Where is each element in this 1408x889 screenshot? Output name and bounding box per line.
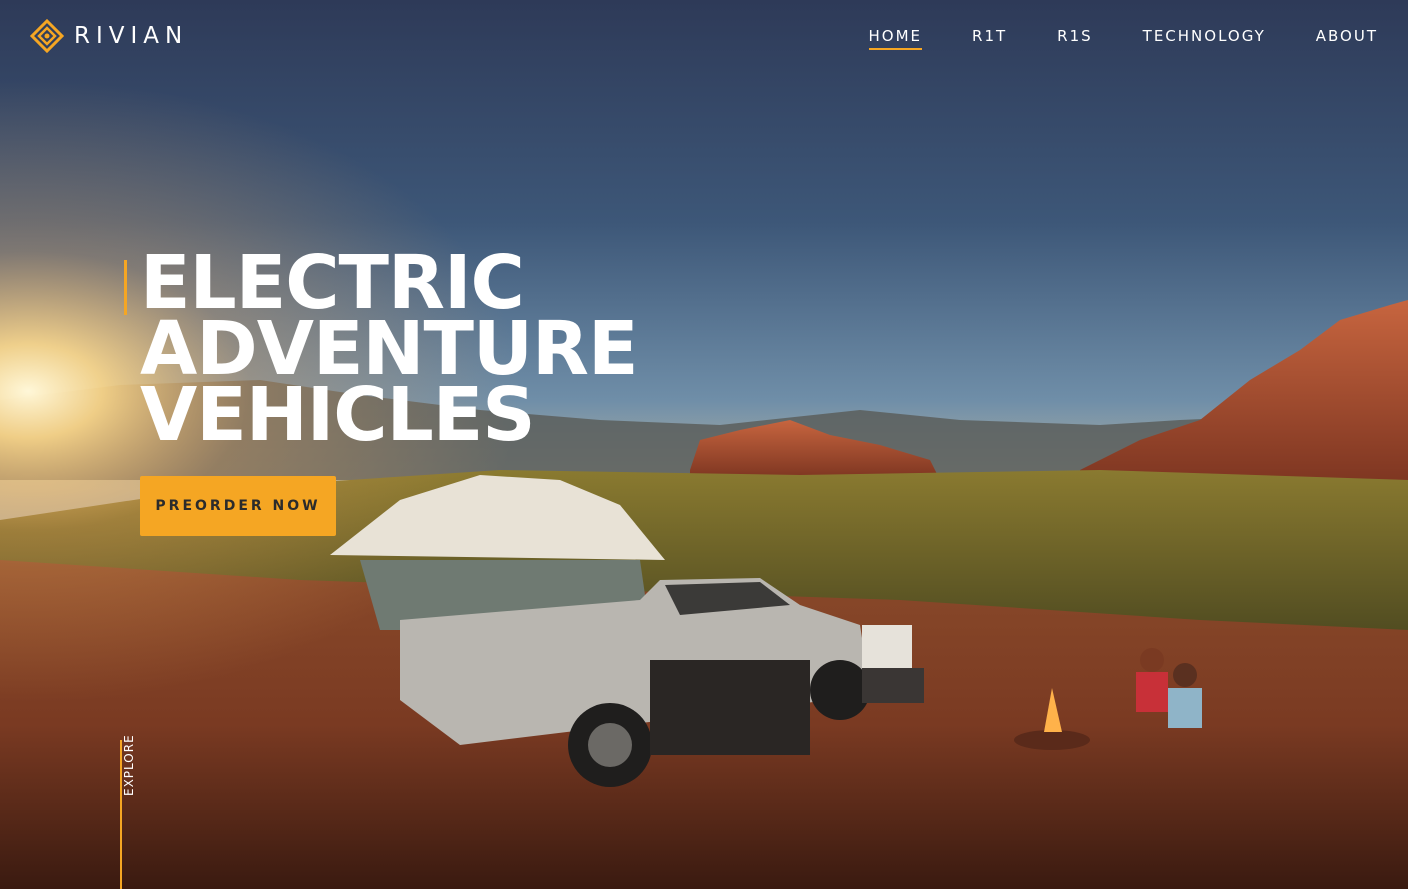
- explore-link[interactable]: EXPLORE: [122, 734, 136, 796]
- main-menu: HOME R1T R1S TECHNOLOGY ABOUT: [868, 27, 1379, 50]
- brand-logo[interactable]: RIVIAN: [30, 19, 188, 53]
- top-navigation: RIVIAN HOME R1T R1S TECHNOLOGY ABOUT: [0, 0, 1408, 74]
- preorder-now-button[interactable]: PREORDER NOW: [140, 476, 336, 536]
- nav-home[interactable]: HOME: [868, 27, 923, 50]
- nav-technology[interactable]: TECHNOLOGY: [1143, 27, 1266, 50]
- nav-r1s[interactable]: R1S: [1057, 27, 1093, 50]
- rivian-compass-icon: [30, 19, 64, 53]
- nav-about[interactable]: ABOUT: [1316, 27, 1378, 50]
- headline-accent-bar: [124, 260, 127, 315]
- hero-headline: ELECTRIC ADVENTURE VEHICLES: [140, 246, 639, 452]
- brand-name: RIVIAN: [74, 23, 189, 49]
- nav-r1t[interactable]: R1T: [972, 27, 1007, 50]
